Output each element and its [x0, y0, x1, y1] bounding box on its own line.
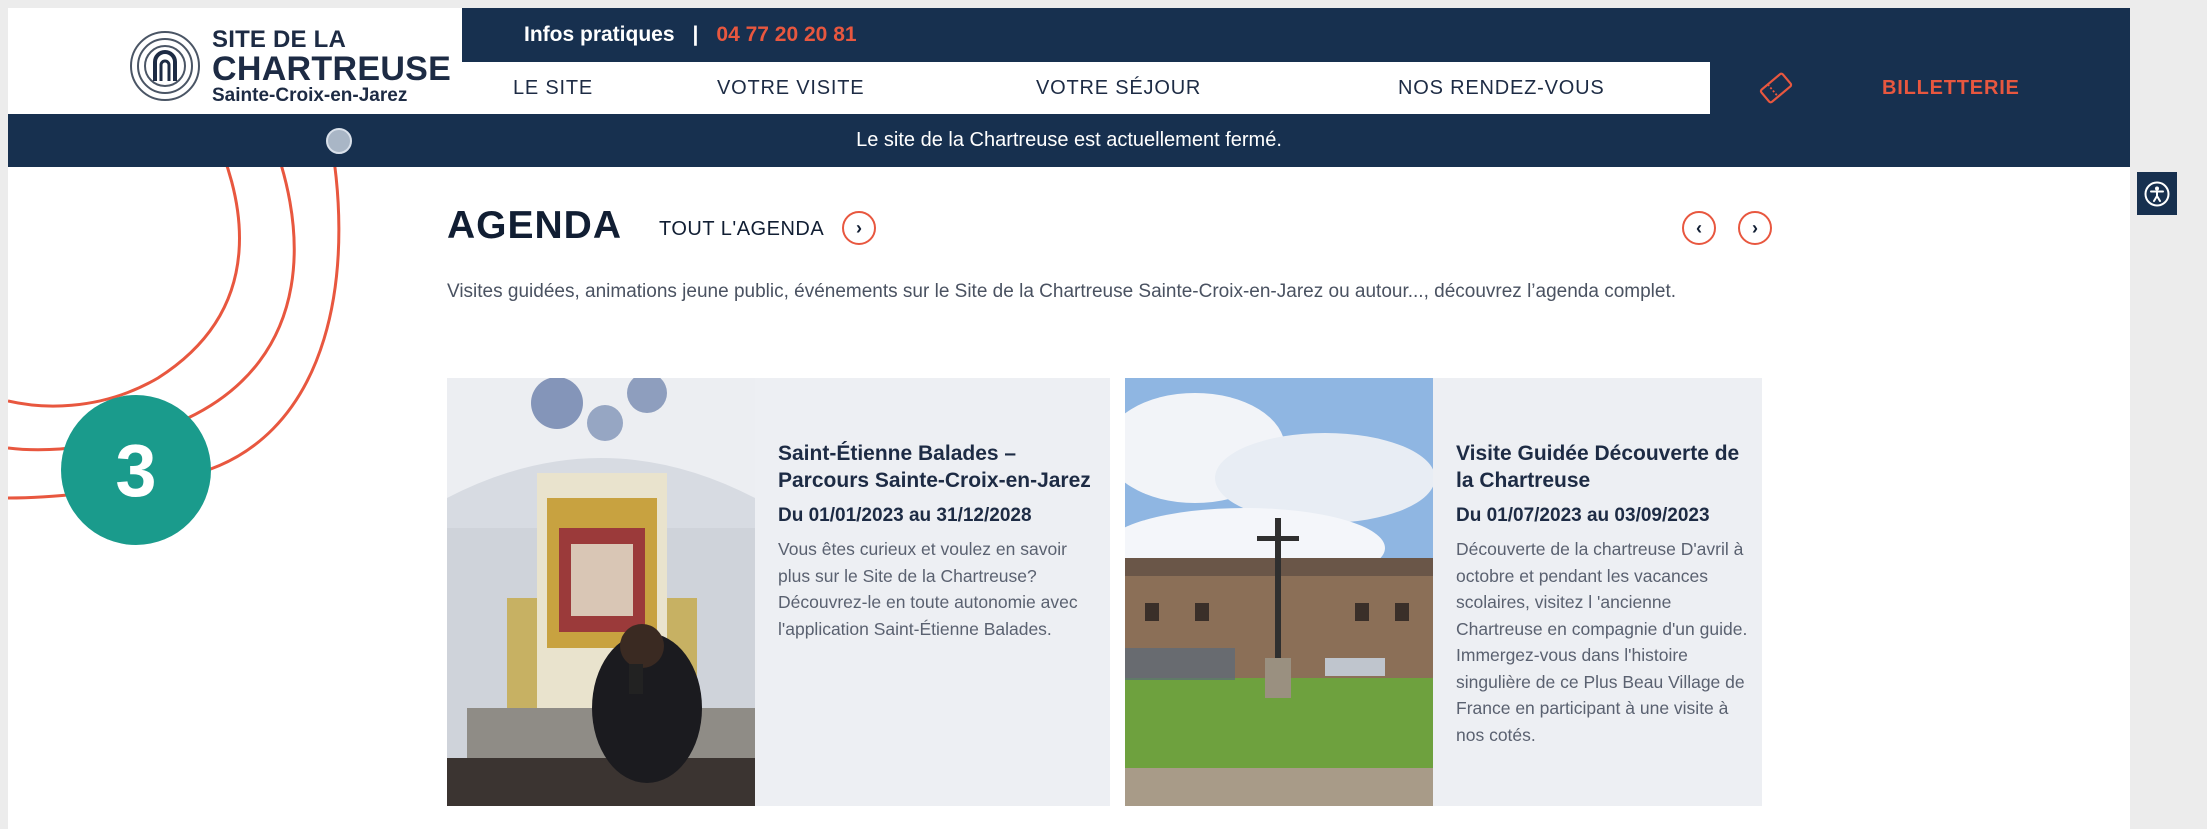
- agenda-card-body: Visite Guidée Découverte de la Chartreus…: [1456, 440, 1754, 748]
- chapel-altar-photo: [447, 378, 755, 806]
- chevron-right-icon: ›: [856, 217, 862, 238]
- main-navigation: LE SITE VOTRE VISITE VOTRE SÉJOUR NOS RE…: [462, 62, 1710, 114]
- page-frame: SITE DE LA CHARTREUSE Sainte-Croix-en-Ja…: [8, 8, 2130, 829]
- ticket-icon: [1759, 72, 1793, 104]
- top-info-bar: Infos pratiques | 04 77 20 20 81: [462, 8, 2130, 62]
- agenda-card-title[interactable]: Saint-Étienne Balades – Parcours Sainte-…: [778, 440, 1102, 494]
- logo-line-site: SITE DE LA: [212, 25, 347, 53]
- agenda-card-date: Du 01/01/2023 au 31/12/2028: [778, 505, 1032, 526]
- agenda-description: Visites guidées, animations jeune public…: [447, 281, 1676, 302]
- logo-mark-icon: [130, 31, 200, 101]
- notice-close-icon[interactable]: [326, 128, 352, 154]
- nav-item-le-site[interactable]: LE SITE: [513, 77, 593, 100]
- infos-pratiques-link[interactable]: Infos pratiques: [524, 23, 675, 47]
- agenda-title: AGENDA: [447, 204, 623, 247]
- site-logo[interactable]: SITE DE LA CHARTREUSE Sainte-Croix-en-Ja…: [128, 26, 451, 106]
- nav-item-nos-rendez-vous[interactable]: NOS RENDEZ-VOUS: [1398, 77, 1604, 100]
- step-number-badge: 3: [61, 395, 211, 545]
- billetterie-label: BILLETTERIE: [1882, 77, 2020, 99]
- closure-notice-bar: Le site de la Chartreuse est actuellemen…: [8, 114, 2130, 167]
- logo-line-chartreuse: CHARTREUSE: [212, 49, 452, 88]
- billetterie-button[interactable]: BILLETTERIE: [1710, 62, 2130, 114]
- chevron-right-icon: ›: [1752, 217, 1758, 238]
- chevron-left-icon: ‹: [1696, 217, 1702, 238]
- nav-item-votre-sejour[interactable]: VOTRE SÉJOUR: [1036, 77, 1201, 100]
- accessibility-button[interactable]: [2137, 172, 2177, 215]
- nav-item-votre-visite[interactable]: VOTRE VISITE: [717, 77, 864, 100]
- all-agenda-link[interactable]: TOUT L'AGENDA: [659, 218, 824, 241]
- agenda-card-body: Saint-Étienne Balades – Parcours Sainte-…: [778, 440, 1102, 642]
- chartreuse-courtyard-photo: [1125, 378, 1433, 806]
- closure-notice-text: Le site de la Chartreuse est actuellemen…: [856, 129, 1282, 151]
- agenda-card-text: Découverte de la chartreuse D'avril à oc…: [1456, 539, 1748, 745]
- step-number: 3: [115, 428, 157, 512]
- phone-number-link[interactable]: 04 77 20 20 81: [716, 23, 856, 47]
- agenda-card[interactable]: Saint-Étienne Balades – Parcours Sainte-…: [447, 378, 1110, 806]
- carousel-prev-button[interactable]: ‹: [1682, 211, 1716, 245]
- accessibility-icon: [2144, 181, 2170, 206]
- agenda-card-date: Du 01/07/2023 au 03/09/2023: [1456, 505, 1710, 526]
- all-agenda-arrow-button[interactable]: ›: [842, 211, 876, 245]
- agenda-card-title[interactable]: Visite Guidée Découverte de la Chartreus…: [1456, 440, 1754, 494]
- agenda-card-text: Vous êtes curieux et voulez en savoir pl…: [778, 539, 1078, 639]
- logo-text: SITE DE LA CHARTREUSE Sainte-Croix-en-Ja…: [212, 25, 452, 106]
- carousel-next-button[interactable]: ›: [1738, 211, 1772, 245]
- logo-line-location: Sainte-Croix-en-Jarez: [212, 84, 408, 106]
- agenda-card[interactable]: Visite Guidée Découverte de la Chartreus…: [1125, 378, 1762, 806]
- topbar-separator: |: [692, 23, 699, 46]
